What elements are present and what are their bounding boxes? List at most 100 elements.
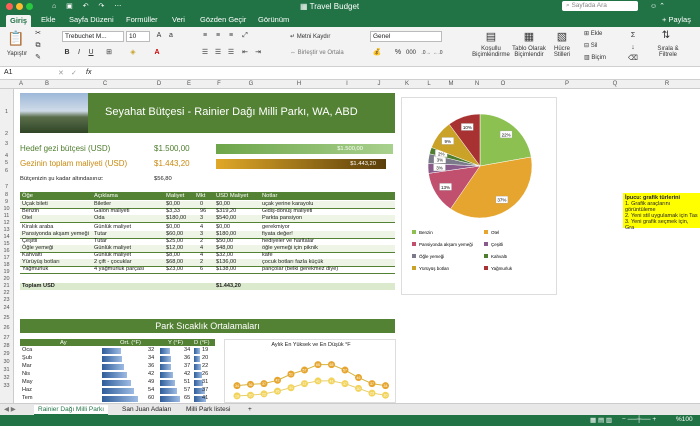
increase-decimal-icon[interactable]: .0→ [421, 48, 431, 58]
column-header[interactable]: O [496, 81, 510, 87]
sheet-tab-park-list[interactable]: Milli Park listesi [182, 405, 234, 414]
sheet-nav-icon[interactable]: ◀ ▶ [4, 405, 16, 413]
row-header[interactable]: 22 [0, 290, 13, 296]
column-header[interactable]: P [560, 81, 574, 87]
wrap-text-button[interactable]: ↵ Metni Kaydır [290, 33, 330, 40]
decrease-decimal-icon[interactable]: ←.0 [433, 48, 443, 58]
row-header[interactable]: 10 [0, 206, 13, 212]
row-header[interactable]: 26 [0, 325, 13, 331]
clear-icon[interactable]: ⌫ [628, 54, 638, 64]
minimize-icon[interactable] [16, 3, 23, 10]
row-header[interactable]: 23 [0, 297, 13, 303]
temperature-line-chart[interactable]: Aylık En Yüksek ve En Düşük °F 34 36 37 42 5… [224, 339, 396, 403]
row-header[interactable]: 20 [0, 276, 13, 282]
view-normal-icon[interactable]: ▦ ▤ ▥ [590, 416, 612, 424]
row-header[interactable]: 14 [0, 234, 13, 240]
column-header[interactable]: Q [608, 81, 622, 87]
row-header[interactable]: 8 [0, 192, 13, 198]
format-table-button[interactable]: Tablo Olarak Biçimlendir [510, 46, 548, 58]
fill-color-icon[interactable]: ◈ [128, 48, 138, 58]
insert-cells-button[interactable]: ⊞ Ekle [584, 30, 602, 37]
column-header[interactable]: N [470, 81, 484, 87]
percent-icon[interactable]: % [393, 48, 403, 58]
conditional-format-button[interactable]: Koşullu Biçimlendirme [470, 46, 512, 58]
search-box[interactable]: ⌕ Sayfada Ara [562, 1, 638, 11]
accounting-icon[interactable]: 💰 [372, 48, 382, 58]
column-header[interactable]: A [14, 81, 28, 87]
cell-styles-button[interactable]: Hücre Stilleri [548, 46, 576, 58]
row-header[interactable]: 25 [0, 315, 13, 321]
zoom-icon[interactable] [26, 3, 33, 10]
sheet-grid[interactable]: Seyahat Bütçesi - Rainier Dağı Milli Par… [14, 89, 700, 403]
number-format-select[interactable]: Genel [370, 31, 442, 42]
tab-formulas[interactable]: Formüller [126, 15, 158, 24]
column-header[interactable]: F [212, 81, 226, 87]
row-header[interactable]: 16 [0, 248, 13, 254]
align-bottom-icon[interactable]: ≡ [226, 31, 236, 41]
orientation-icon[interactable]: ⤢ [240, 31, 250, 41]
row-header[interactable]: 18 [0, 262, 13, 268]
row-header[interactable]: 32 [0, 375, 13, 381]
column-header[interactable]: B [40, 81, 54, 87]
align-left-icon[interactable]: ☰ [200, 48, 210, 58]
tab-home[interactable]: Giriş [6, 15, 32, 27]
column-header[interactable]: R [660, 81, 674, 87]
italic-icon[interactable]: I [74, 48, 84, 58]
pie-chart[interactable]: 22% 37% 13% 3% 3% 2% 9% 10% Benzin Otel Pansiyonda… [401, 97, 557, 295]
row-header[interactable]: 11 [0, 213, 13, 219]
fill-icon[interactable]: ↓ [628, 43, 638, 53]
formula-input[interactable] [100, 68, 690, 79]
quick-access-toolbar[interactable]: ⌂ ▣ ↶ ↷ ⋯ [52, 2, 125, 10]
window-controls[interactable] [6, 3, 36, 12]
column-header[interactable]: D [152, 81, 166, 87]
row-header[interactable]: 29 [0, 351, 13, 357]
column-header[interactable]: K [400, 81, 414, 87]
font-color-icon[interactable]: A [152, 48, 162, 58]
cut-icon[interactable]: ✂ [33, 29, 43, 39]
align-center-icon[interactable]: ☰ [213, 48, 223, 58]
user-icon[interactable]: ☺ ⌃ [650, 2, 665, 10]
column-header[interactable]: C [98, 81, 112, 87]
delete-cells-button[interactable]: ⊟ Sil [584, 42, 597, 49]
copy-icon[interactable]: ⧉ [33, 41, 43, 51]
row-header[interactable]: 7 [0, 184, 13, 190]
row-header[interactable]: 24 [0, 305, 13, 311]
row-header[interactable]: 28 [0, 343, 13, 349]
row-header[interactable]: 12 [0, 220, 13, 226]
row-header[interactable]: 19 [0, 269, 13, 275]
column-header[interactable]: L [422, 81, 436, 87]
tab-data[interactable]: Veri [172, 15, 185, 24]
row-header[interactable]: 5 [0, 160, 13, 166]
merge-center-button[interactable]: ⇔ Birleştir ve Ortala [290, 50, 344, 56]
row-header[interactable]: 33 [0, 383, 13, 389]
paste-button[interactable]: Yapıştır [4, 51, 30, 57]
row-header[interactable]: 4 [0, 153, 13, 159]
column-header[interactable]: M [444, 81, 458, 87]
row-header[interactable]: 13 [0, 227, 13, 233]
row-header[interactable]: 15 [0, 241, 13, 247]
name-box[interactable]: A1 [4, 69, 44, 76]
row-header[interactable]: 21 [0, 283, 13, 289]
sheet-tab-san-juan[interactable]: San Juan Adaları [118, 405, 176, 414]
align-right-icon[interactable]: ☰ [226, 48, 236, 58]
grow-font-icon[interactable]: A [154, 31, 164, 41]
row-header[interactable]: 9 [0, 199, 13, 205]
add-sheet-button[interactable]: + [244, 405, 256, 414]
enter-icon[interactable]: ✓ [71, 69, 77, 77]
column-header[interactable]: I [340, 81, 354, 87]
tab-page-layout[interactable]: Sayfa Düzeni [69, 15, 114, 24]
paste-icon[interactable]: 📋 [5, 30, 27, 47]
outdent-icon[interactable]: ⇥ [253, 48, 263, 58]
borders-icon[interactable]: ⊞ [104, 48, 114, 58]
row-header[interactable]: 3 [0, 141, 13, 147]
cancel-icon[interactable]: ✕ [58, 69, 64, 77]
comma-icon[interactable]: 000 [406, 48, 416, 58]
zoom-slider[interactable]: − ──┼── + [622, 416, 656, 423]
align-top-icon[interactable]: ≡ [200, 31, 210, 41]
format-cells-button[interactable]: ▥ Biçim [584, 54, 606, 61]
tab-view[interactable]: Görünüm [258, 15, 289, 24]
indent-icon[interactable]: ⇤ [240, 48, 250, 58]
row-header[interactable]: 6 [0, 168, 13, 174]
fx-icon[interactable]: fx [86, 69, 91, 76]
row-header[interactable]: 1 [0, 109, 13, 115]
